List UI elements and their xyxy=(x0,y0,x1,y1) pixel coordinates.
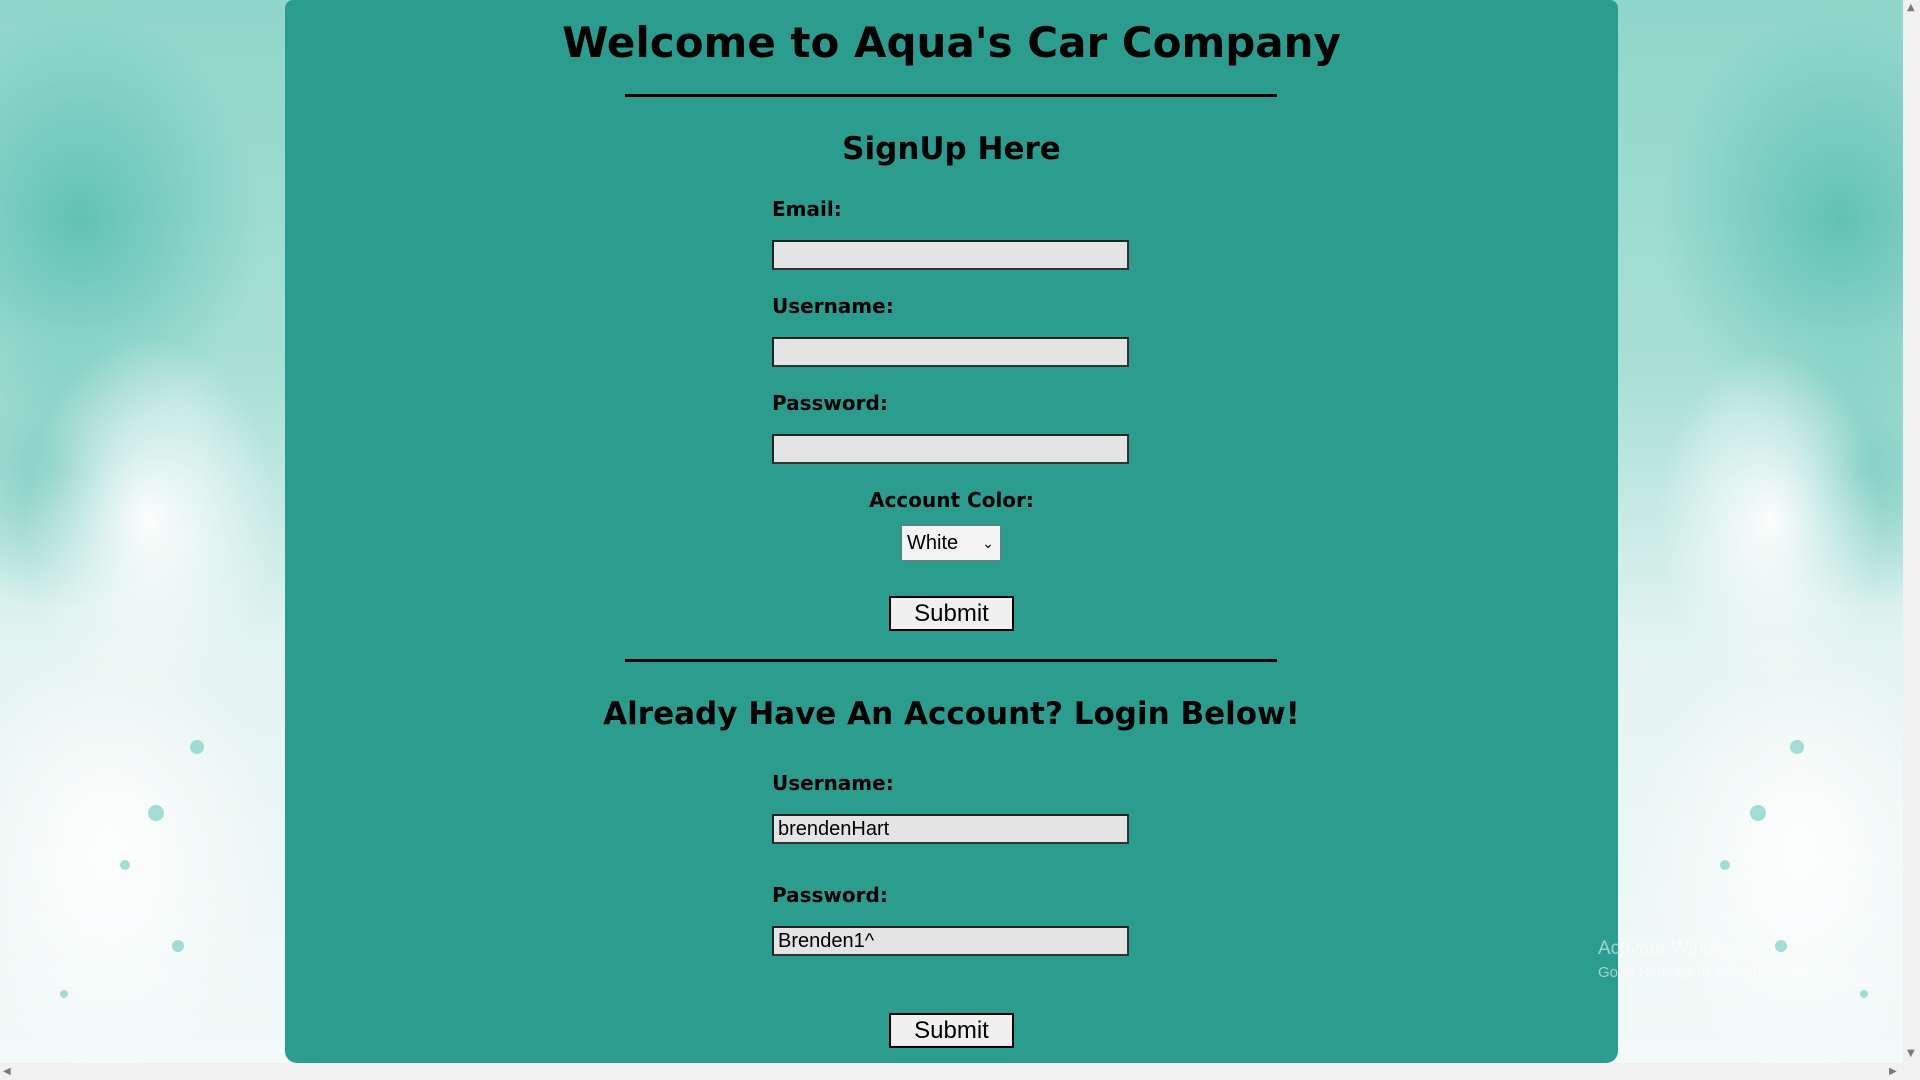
speck xyxy=(1790,740,1804,754)
watermark-title: Activate Windows xyxy=(1598,938,1748,959)
page-title: Welcome to Aqua's Car Company xyxy=(562,18,1341,67)
account-color-label: Account Color: xyxy=(869,488,1034,512)
chevron-down-icon: ⌄ xyxy=(982,535,994,551)
arrow-down-icon[interactable]: ▼ xyxy=(1907,1048,1915,1059)
signup-username-field[interactable] xyxy=(772,337,1129,367)
signup-username-label: Username: xyxy=(772,294,894,318)
speck xyxy=(172,940,184,952)
signup-password-label: Password: xyxy=(772,391,888,415)
login-username-label: Username: xyxy=(772,771,894,795)
login-heading: Already Have An Account? Login Below! xyxy=(603,696,1300,732)
arrow-right-icon[interactable]: ▶ xyxy=(1889,1066,1897,1077)
signup-heading: SignUp Here xyxy=(842,131,1061,167)
arrow-left-icon[interactable]: ◀ xyxy=(3,1066,11,1077)
email-label: Email: xyxy=(772,197,842,221)
signup-password-field[interactable] xyxy=(772,434,1129,464)
login-username-field[interactable]: brendenHart xyxy=(772,814,1129,844)
speck xyxy=(190,740,204,754)
vertical-scrollbar[interactable]: ▲ ▼ xyxy=(1903,0,1920,1080)
login-password-field[interactable]: Brenden1^ xyxy=(772,926,1129,956)
login-password-label: Password: xyxy=(772,883,888,907)
speck xyxy=(120,860,130,870)
speck xyxy=(1720,860,1730,870)
account-color-select[interactable]: White ⌄ xyxy=(901,525,1001,561)
arrow-up-icon[interactable]: ▲ xyxy=(1907,2,1915,13)
speck xyxy=(148,805,164,821)
divider xyxy=(625,94,1277,97)
speck xyxy=(1750,805,1766,821)
main-panel: Welcome to Aqua's Car Company SignUp Her… xyxy=(285,0,1618,1063)
speck xyxy=(60,990,68,998)
watermark-subtitle: Go to Settings to activate Windows. xyxy=(1598,964,1835,981)
account-color-value: White xyxy=(907,532,959,554)
divider xyxy=(625,659,1277,662)
activate-windows-watermark: Activate Windows Go to Settings to activ… xyxy=(1598,938,1835,981)
horizontal-scrollbar[interactable]: ◀ ▶ xyxy=(0,1063,1903,1080)
signup-submit-button[interactable]: Submit xyxy=(889,596,1014,631)
email-field[interactable] xyxy=(772,240,1129,270)
login-submit-button[interactable]: Submit xyxy=(889,1013,1014,1048)
speck xyxy=(1860,990,1868,998)
